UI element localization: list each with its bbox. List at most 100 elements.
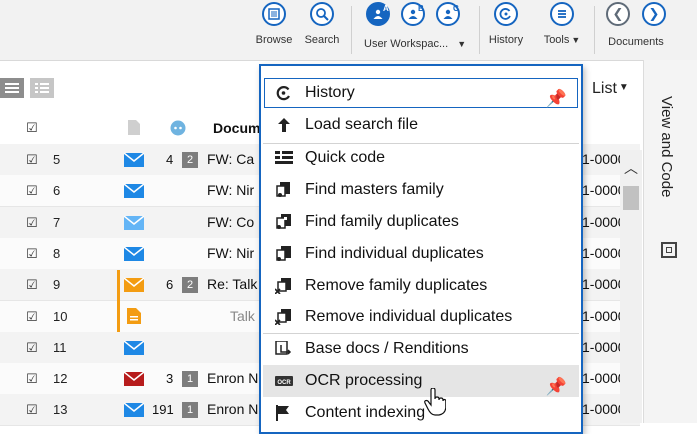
subject-cell: FW: Nir — [207, 244, 255, 261]
remove-individual-duplicates-icon — [275, 309, 291, 325]
column-header-document[interactable]: Docum — [213, 112, 260, 144]
find-individual-duplicates-icon — [276, 246, 291, 261]
subject-cell: FW: Nir — [207, 182, 255, 199]
list-view-button[interactable] — [30, 78, 54, 98]
row-number: 11 — [53, 339, 67, 355]
history-icon — [276, 86, 290, 101]
menu-item-label: Remove individual duplicates — [305, 308, 513, 325]
row-number: 12 — [53, 371, 68, 387]
grid-view-icon — [5, 83, 19, 93]
renditions-icon — [275, 341, 292, 355]
toolbar-divider — [479, 6, 480, 54]
menu-item-quick-code[interactable]: Quick code — [263, 142, 579, 174]
history-icon — [494, 2, 518, 26]
row-checkbox[interactable]: ☑ — [26, 216, 39, 229]
row-checkbox[interactable]: ☑ — [26, 278, 39, 291]
menu-item-history[interactable]: History 📌 — [263, 77, 579, 109]
search-button[interactable]: Search — [302, 2, 342, 46]
family-badge: 1 — [182, 402, 198, 419]
next-document-button[interactable]: ❯ — [642, 2, 666, 26]
menu-item-label: OCR processing — [305, 372, 423, 389]
family-group-marker — [117, 270, 120, 332]
chevron-right-icon: ❯ — [648, 6, 660, 21]
row-checkbox[interactable]: ☑ — [26, 372, 39, 385]
subject-cell: FW: Co — [207, 213, 255, 230]
workspace-b-letter: B — [418, 4, 424, 13]
email-icon — [124, 184, 144, 199]
row-checkbox[interactable]: ☑ — [26, 247, 39, 260]
document-type-icon — [128, 120, 140, 135]
row-checkbox[interactable]: ☑ — [26, 341, 39, 354]
remove-family-duplicates-icon — [275, 278, 291, 294]
family-count: 6 — [166, 277, 174, 293]
menu-item-label: Base docs / Renditions — [305, 340, 469, 357]
row-number: 7 — [53, 214, 61, 230]
menu-item-label: Load search file — [305, 116, 418, 133]
row-checkbox[interactable]: ☑ — [26, 153, 39, 166]
toolbar-divider — [351, 6, 352, 54]
row-checkbox[interactable]: ☑ — [26, 184, 39, 197]
find-masters-family-icon — [276, 182, 290, 197]
hand-cursor-icon — [424, 388, 446, 416]
email-icon — [124, 340, 144, 355]
search-icon — [310, 2, 334, 26]
menu-item-find-family-duplicates[interactable]: Find family duplicates — [263, 206, 579, 238]
menu-item-base-docs-renditions[interactable]: Base docs / Renditions — [263, 333, 579, 365]
view-mode-dropdown[interactable]: List ▼ — [592, 80, 629, 98]
history-button[interactable]: History — [485, 2, 527, 46]
row-checkbox[interactable]: ☑ — [26, 403, 39, 416]
search-label: Search — [304, 34, 340, 46]
menu-item-find-individual-duplicates[interactable]: Find individual duplicates — [263, 238, 579, 270]
email-icon — [124, 246, 144, 261]
row-number: 8 — [53, 245, 61, 261]
email-icon — [124, 372, 144, 387]
flag-icon — [276, 405, 289, 421]
user-workspace-button[interactable]: A B C User Workspac... ▼ — [360, 2, 472, 50]
menu-item-label: History — [305, 84, 355, 101]
row-checkbox[interactable]: ☑ — [26, 310, 39, 323]
documents-label: Documents — [608, 36, 664, 48]
documents-nav: ❮ ❯ Documents — [600, 2, 672, 48]
subject-cell: Enron N — [207, 370, 259, 387]
previous-document-button[interactable]: ❮ — [606, 2, 630, 26]
tools-menu: History 📌 Load search file Quick code Fi… — [259, 64, 583, 434]
upload-arrow-icon — [278, 118, 290, 132]
tools-label: Tools — [543, 34, 570, 46]
menu-item-label: Find family duplicates — [305, 213, 459, 230]
view-and-code-title[interactable]: View and Code — [658, 96, 675, 197]
grid-view-button[interactable] — [0, 78, 24, 98]
menu-item-label: Find masters family — [305, 181, 444, 198]
toolbar-divider — [594, 6, 595, 54]
scrollbar-thumb[interactable] — [623, 186, 639, 210]
maximize-panel-icon[interactable] — [661, 242, 677, 258]
workspace-label: User Workspac... — [364, 38, 449, 50]
family-count: 3 — [166, 371, 174, 387]
grid-scrollbar[interactable]: ︿ — [620, 150, 642, 423]
family-badge: 2 — [182, 277, 198, 294]
menu-item-find-masters-family[interactable]: Find masters family — [263, 174, 579, 206]
select-all-checkbox[interactable]: ☑ — [26, 121, 39, 134]
workspace-caret-icon: ▼ — [457, 39, 467, 49]
browse-button[interactable]: Browse — [254, 2, 294, 46]
document-icon — [127, 307, 141, 324]
email-icon — [124, 403, 144, 418]
menu-item-load-search-file[interactable]: Load search file — [263, 109, 579, 141]
row-number: 13 — [53, 402, 68, 418]
menu-item-ocr-processing[interactable]: OCR OCR processing 📌 — [263, 365, 579, 397]
menu-item-remove-individual-duplicates[interactable]: Remove individual duplicates — [263, 301, 579, 333]
row-number: 9 — [53, 277, 61, 293]
subject-cell: FW: Ca — [207, 151, 255, 167]
subject-cell: Re: Talk — [207, 276, 258, 293]
email-icon — [124, 153, 144, 167]
tools-button[interactable]: Tools ▼ — [537, 2, 587, 46]
view-mode-label: List — [592, 80, 617, 97]
menu-item-content-indexing[interactable]: Content indexing — [263, 397, 579, 429]
subject-cell — [207, 332, 262, 363]
email-icon — [124, 278, 144, 293]
menu-item-label: Content indexing — [305, 404, 426, 421]
chevron-up-icon[interactable]: ︿ — [624, 158, 638, 178]
menu-item-remove-family-duplicates[interactable]: Remove family duplicates — [263, 270, 579, 302]
tools-caret-icon: ▼ — [571, 35, 581, 45]
family-count: 4 — [166, 152, 174, 167]
menu-item-label: Find individual duplicates — [305, 245, 484, 262]
